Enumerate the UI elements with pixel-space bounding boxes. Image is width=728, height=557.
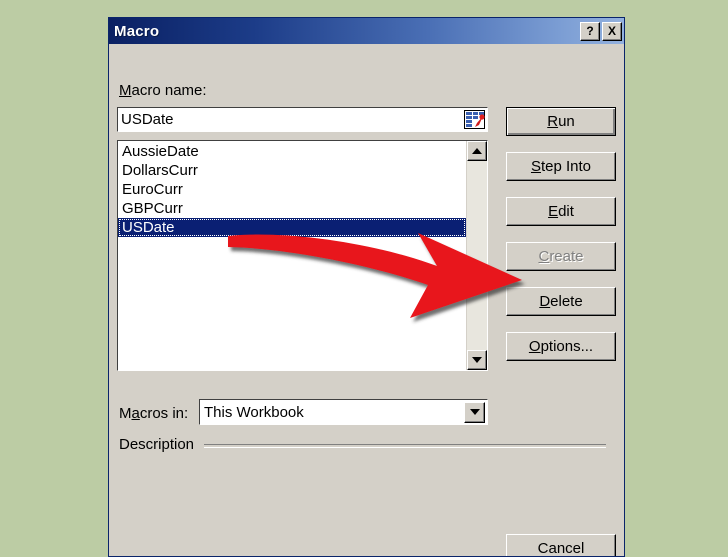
scrollbar-track[interactable] <box>467 161 487 350</box>
dialog-body: Macro name: USDate AussieDate DollarsCur… <box>109 44 624 556</box>
help-button[interactable]: ? <box>580 21 600 41</box>
macros-in-combo[interactable]: This Workbook <box>199 399 488 425</box>
macro-record-icon[interactable] <box>464 110 485 129</box>
macro-list[interactable]: AussieDate DollarsCurr EuroCurr GBPCurr USDa… <box>118 141 466 370</box>
edit-button[interactable]: Edit <box>506 197 616 226</box>
titlebar[interactable]: Macro ? X <box>109 18 624 44</box>
macro-name-field[interactable] <box>117 107 488 132</box>
close-button[interactable]: X <box>602 21 622 41</box>
macro-name-input[interactable] <box>118 108 464 131</box>
macro-dialog: Macro ? X Macro name: USDate AussieDate … <box>108 17 625 557</box>
list-item[interactable]: DollarsCurr <box>118 161 466 180</box>
run-button[interactable]: Run <box>506 107 616 136</box>
macros-in-value: This Workbook <box>204 403 304 421</box>
chevron-down-icon[interactable] <box>464 401 485 423</box>
list-item[interactable]: GBPCurr <box>118 199 466 218</box>
options-button[interactable]: Options... <box>506 332 616 361</box>
delete-button[interactable]: Delete <box>506 287 616 316</box>
description-divider <box>204 444 606 448</box>
description-label: Description <box>119 436 195 453</box>
step-into-button[interactable]: Step Into <box>506 152 616 181</box>
macro-list-scrollbar[interactable] <box>466 141 487 370</box>
list-item[interactable]: EuroCurr <box>118 180 466 199</box>
macro-name-label: Macro name: <box>119 82 207 99</box>
list-item[interactable]: AussieDate <box>118 142 466 161</box>
macro-list-box[interactable]: AussieDate DollarsCurr EuroCurr GBPCurr USDa… <box>117 140 488 371</box>
scroll-up-arrow-icon[interactable] <box>467 141 487 161</box>
scroll-down-arrow-icon[interactable] <box>467 350 487 370</box>
list-item[interactable]: USDate <box>118 218 466 237</box>
create-button: Create <box>506 242 616 271</box>
macros-in-label: Macros in: <box>119 405 189 422</box>
dialog-title: Macro <box>114 22 160 40</box>
